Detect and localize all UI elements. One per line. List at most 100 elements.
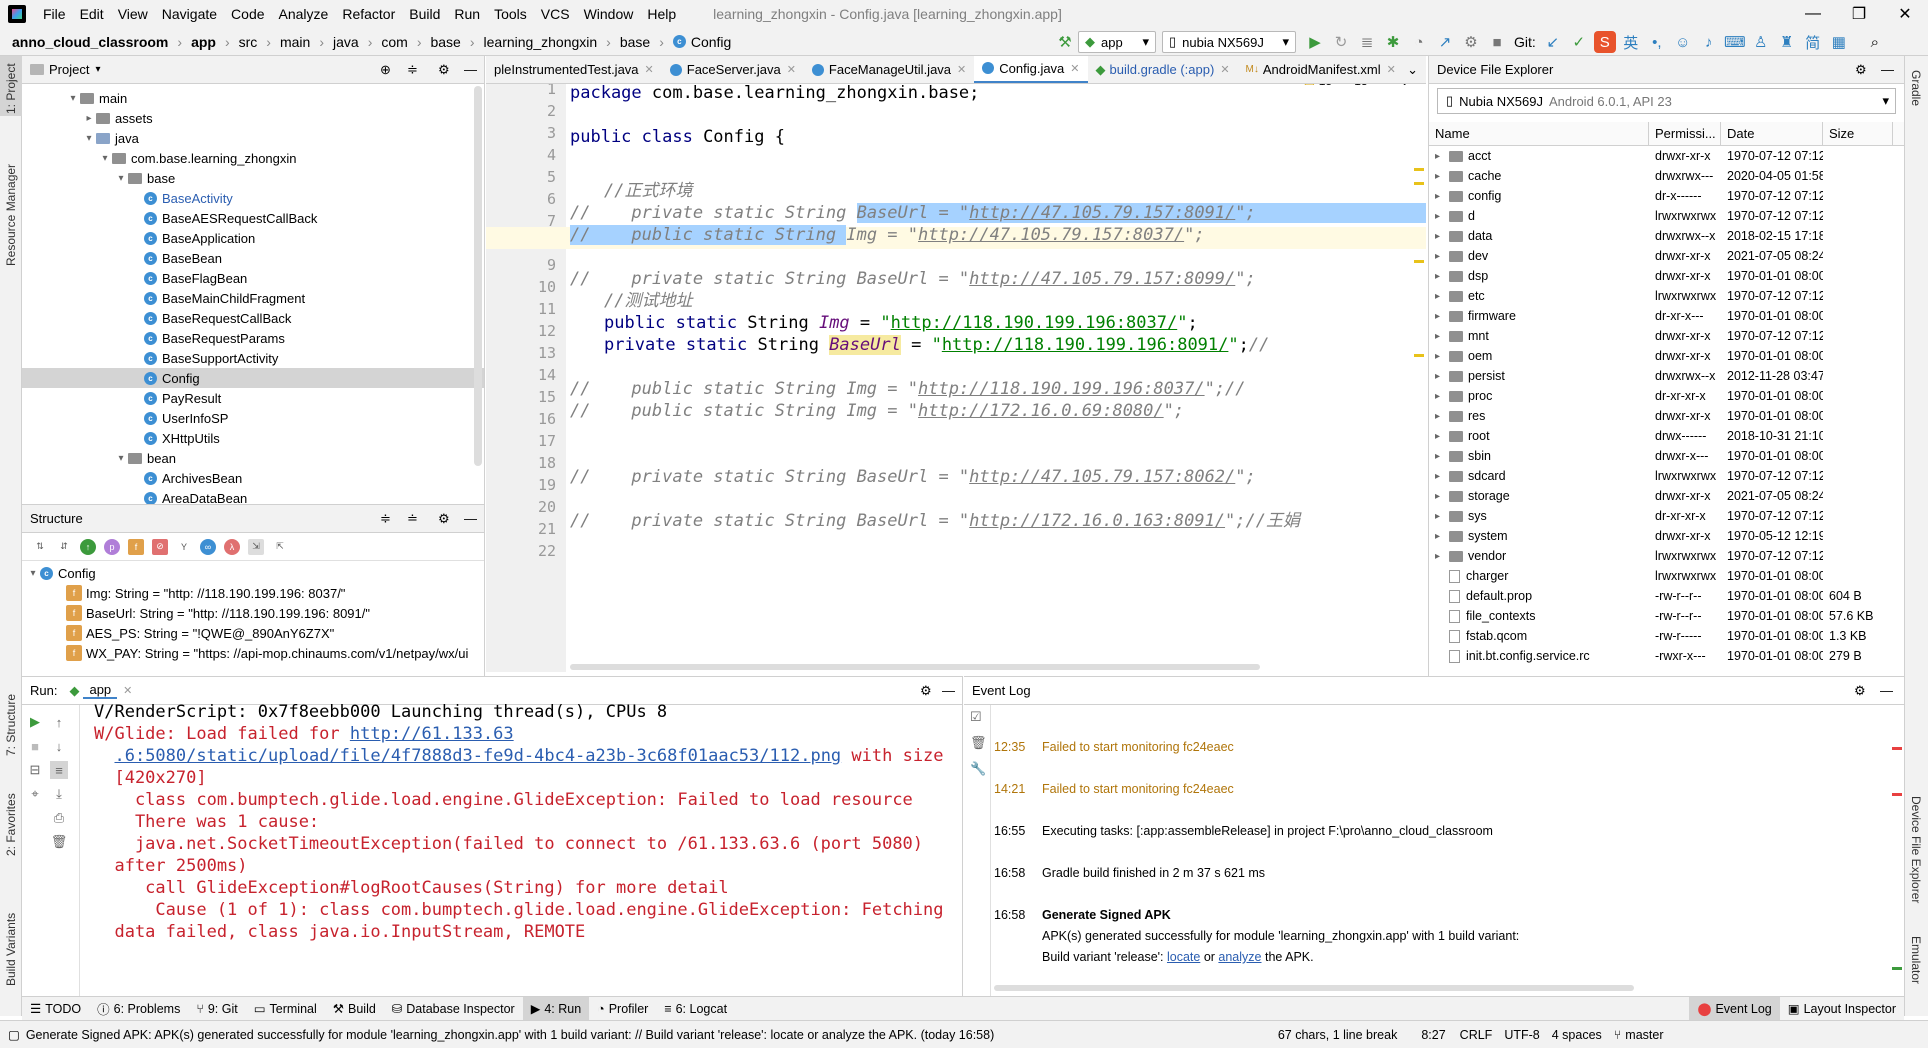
- chevron-right-icon[interactable]: ▸: [1435, 371, 1449, 382]
- project-title[interactable]: Project: [49, 62, 89, 77]
- chevron-right-icon[interactable]: ▸: [1435, 351, 1449, 362]
- warning-marker[interactable]: [1414, 168, 1424, 171]
- hide-icon[interactable]: —: [1880, 683, 1893, 698]
- breadcrumb-src[interactable]: src: [239, 34, 258, 50]
- tree-node[interactable]: ▾ main: [22, 88, 484, 108]
- mark-read-icon[interactable]: ☑: [970, 709, 982, 725]
- file-row[interactable]: ▸ sbin drwxr-x--- 1970-01-01 08:00: [1429, 446, 1904, 466]
- breadcrumb-base[interactable]: base: [430, 34, 460, 50]
- menu-help[interactable]: Help: [640, 6, 683, 22]
- error-marker[interactable]: [1892, 747, 1902, 750]
- menu-code[interactable]: Code: [224, 6, 271, 22]
- pin-icon[interactable]: ⌖: [26, 785, 44, 803]
- file-row[interactable]: ▸ sdcard lrwxrwxrwx 1970-07-12 07:12: [1429, 466, 1904, 486]
- ime-emoji-icon[interactable]: ☺: [1672, 31, 1694, 53]
- show-lambdas-icon[interactable]: Y: [176, 539, 192, 555]
- structure-field[interactable]: f Img: String = "http: //118.190.199.196:…: [22, 583, 484, 603]
- scrollbar[interactable]: [474, 86, 482, 466]
- analyze-link[interactable]: analyze: [1218, 950, 1261, 964]
- show-inherited-icon[interactable]: ↑: [80, 538, 96, 555]
- rerun-icon[interactable]: ▶: [26, 713, 44, 731]
- column-date[interactable]: Date: [1721, 121, 1823, 146]
- stripe-resource-manager[interactable]: Resource Manager: [4, 164, 18, 266]
- breadcrumb-app[interactable]: app: [191, 34, 216, 50]
- file-row[interactable]: ▸ cache drwxrwx--- 2020-04-05 01:58: [1429, 166, 1904, 186]
- hammer-icon[interactable]: ⚒: [1054, 31, 1076, 53]
- trash-icon[interactable]: 🗑: [970, 735, 987, 751]
- tree-node[interactable]: ▾ com.base.learning_zhongxin: [22, 148, 484, 168]
- file-row[interactable]: ▸ acct drwxr-xr-x 1970-07-12 07:12: [1429, 146, 1904, 166]
- file-row[interactable]: ▸ storage drwxr-xr-x 2021-07-05 08:24: [1429, 486, 1904, 506]
- device-select[interactable]: ▯ Nubia NX569J Android 6.0.1, API 23 ▾: [1437, 88, 1896, 114]
- menu-view[interactable]: View: [111, 6, 155, 22]
- stripe-favorites[interactable]: 2: Favorites: [4, 793, 18, 856]
- close-icon[interactable]: ✕: [957, 63, 966, 76]
- tree-node[interactable]: c BaseApplication: [22, 228, 484, 248]
- close-icon[interactable]: ✕: [1070, 62, 1079, 75]
- sort-alpha-icon[interactable]: ⇵: [56, 539, 72, 555]
- tree-node[interactable]: ▸ assets: [22, 108, 484, 128]
- status-message[interactable]: Generate Signed APK: APK(s) generated su…: [26, 1028, 1266, 1042]
- locate-link[interactable]: locate: [1167, 950, 1200, 964]
- close-icon[interactable]: ✕: [787, 63, 796, 76]
- gear-icon[interactable]: ⚙: [1855, 62, 1867, 78]
- tab-config[interactable]: Config.java ✕: [974, 56, 1088, 83]
- file-row[interactable]: ▸ persist drwxrwx--x 2012-11-28 03:47: [1429, 366, 1904, 386]
- expand-all-icon[interactable]: ≑: [380, 511, 391, 527]
- chevron-right-icon[interactable]: ▸: [1435, 551, 1449, 562]
- gear-icon[interactable]: ⚙: [438, 62, 450, 78]
- tree-node[interactable]: c BaseAESRequestCallBack: [22, 208, 484, 228]
- down-icon[interactable]: ↓: [50, 737, 68, 755]
- tool-layout-inspector[interactable]: ▣ Layout Inspector: [1780, 997, 1904, 1021]
- tab-instrumented-test[interactable]: pleInstrumentedTest.java ✕: [486, 56, 662, 83]
- tree-node[interactable]: ▾ bean: [22, 448, 484, 468]
- hide-icon[interactable]: —: [464, 62, 477, 77]
- file-row[interactable]: ▸ dev drwxr-xr-x 2021-07-05 08:24: [1429, 246, 1904, 266]
- chevron-right-icon[interactable]: ▸: [1435, 491, 1449, 502]
- tree-node[interactable]: ▾ java: [22, 128, 484, 148]
- tab-faceserver[interactable]: FaceServer.java ✕: [662, 56, 804, 83]
- code-editor[interactable]: 12345678910111213141516171819202122 pack…: [486, 84, 1426, 672]
- tree-node[interactable]: c UserInfoSP: [22, 408, 484, 428]
- status-branch[interactable]: master: [1625, 1028, 1663, 1042]
- chevron-right-icon[interactable]: ▸: [1435, 331, 1449, 342]
- file-row[interactable]: ▸ d lrwxrwxrwx 1970-07-12 07:12: [1429, 206, 1904, 226]
- tool-event-log[interactable]: ⬤ Event Log: [1689, 996, 1780, 1021]
- chevron-down-icon[interactable]: ▾: [114, 453, 128, 464]
- success-marker[interactable]: [1892, 967, 1902, 970]
- chevron-down-icon[interactable]: ⌄: [1400, 84, 1410, 88]
- menu-refactor[interactable]: Refactor: [335, 6, 402, 22]
- chevron-down-icon[interactable]: ▾: [66, 93, 80, 104]
- tool-build[interactable]: ⚒ Build: [325, 997, 384, 1021]
- print-icon[interactable]: ⎙: [50, 809, 68, 827]
- tree-node[interactable]: ▾ base: [22, 168, 484, 188]
- close-icon[interactable]: ✕: [1387, 63, 1396, 76]
- menu-file[interactable]: File: [36, 6, 73, 22]
- git-commit-icon[interactable]: ✓: [1568, 31, 1590, 53]
- run-config-select[interactable]: ◆ app ▾: [1078, 31, 1156, 53]
- status-indent[interactable]: 4 spaces: [1552, 1028, 1602, 1042]
- wrench-icon[interactable]: 🔧: [970, 761, 986, 777]
- status-line-separator[interactable]: CRLF: [1460, 1028, 1493, 1042]
- breadcrumb-config[interactable]: Config: [691, 34, 731, 50]
- chevron-right-icon[interactable]: ▸: [1435, 151, 1449, 162]
- file-row[interactable]: ▸ proc dr-xr-xr-x 1970-01-01 08:00: [1429, 386, 1904, 406]
- file-row[interactable]: ▸ sys dr-xr-xr-x 1970-07-12 07:12: [1429, 506, 1904, 526]
- coverage-icon[interactable]: ≣: [1356, 31, 1378, 53]
- restore-layout-icon[interactable]: ⊟: [26, 761, 44, 779]
- ime-logo-icon[interactable]: S: [1593, 31, 1616, 53]
- run-config-tab[interactable]: app: [83, 682, 118, 699]
- chevron-right-icon[interactable]: ▸: [1435, 431, 1449, 442]
- scroll-to-end-icon[interactable]: ⤓: [50, 785, 68, 803]
- file-row[interactable]: file_contexts -rw-r--r-- 1970-01-01 08:00 5…: [1429, 606, 1904, 626]
- chevron-down-icon[interactable]: ▾: [98, 153, 112, 164]
- tab-android-manifest[interactable]: M↓ AndroidManifest.xml ✕: [1238, 56, 1404, 83]
- hide-icon[interactable]: —: [464, 511, 477, 526]
- chevron-down-icon[interactable]: ▾: [95, 64, 100, 75]
- column-name[interactable]: Name: [1429, 121, 1649, 146]
- warning-marker[interactable]: [1414, 354, 1424, 357]
- chevron-right-icon[interactable]: ▸: [1435, 211, 1449, 222]
- structure-root[interactable]: ▾ c Config: [22, 563, 484, 583]
- chevron-right-icon[interactable]: ▸: [1435, 251, 1449, 262]
- stop-icon[interactable]: ■: [26, 737, 44, 755]
